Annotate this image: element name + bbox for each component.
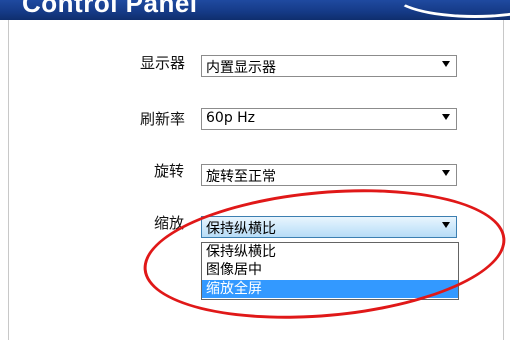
chevron-down-icon[interactable] [442,170,450,176]
chevron-down-icon[interactable] [442,114,450,120]
rotation-select-value: 旋转至正常 [206,169,276,185]
refresh-rate-label: 刷新率 [140,110,186,128]
title-bar: Control Panel [0,0,510,20]
window-title: Control Panel [22,0,198,18]
rotation-label: 旋转 [154,162,185,180]
rotation-select[interactable]: 旋转至正常 [201,164,457,186]
display-label: 显示器 [140,54,186,72]
refresh-rate-select-value: 60p Hz [206,110,256,126]
refresh-rate-select[interactable]: 60p Hz [201,108,457,130]
display-select-value: 内置显示器 [206,60,276,76]
chevron-down-icon[interactable] [442,61,450,67]
display-select[interactable]: 内置显示器 [201,55,457,77]
brand-logo-icon [392,0,510,18]
